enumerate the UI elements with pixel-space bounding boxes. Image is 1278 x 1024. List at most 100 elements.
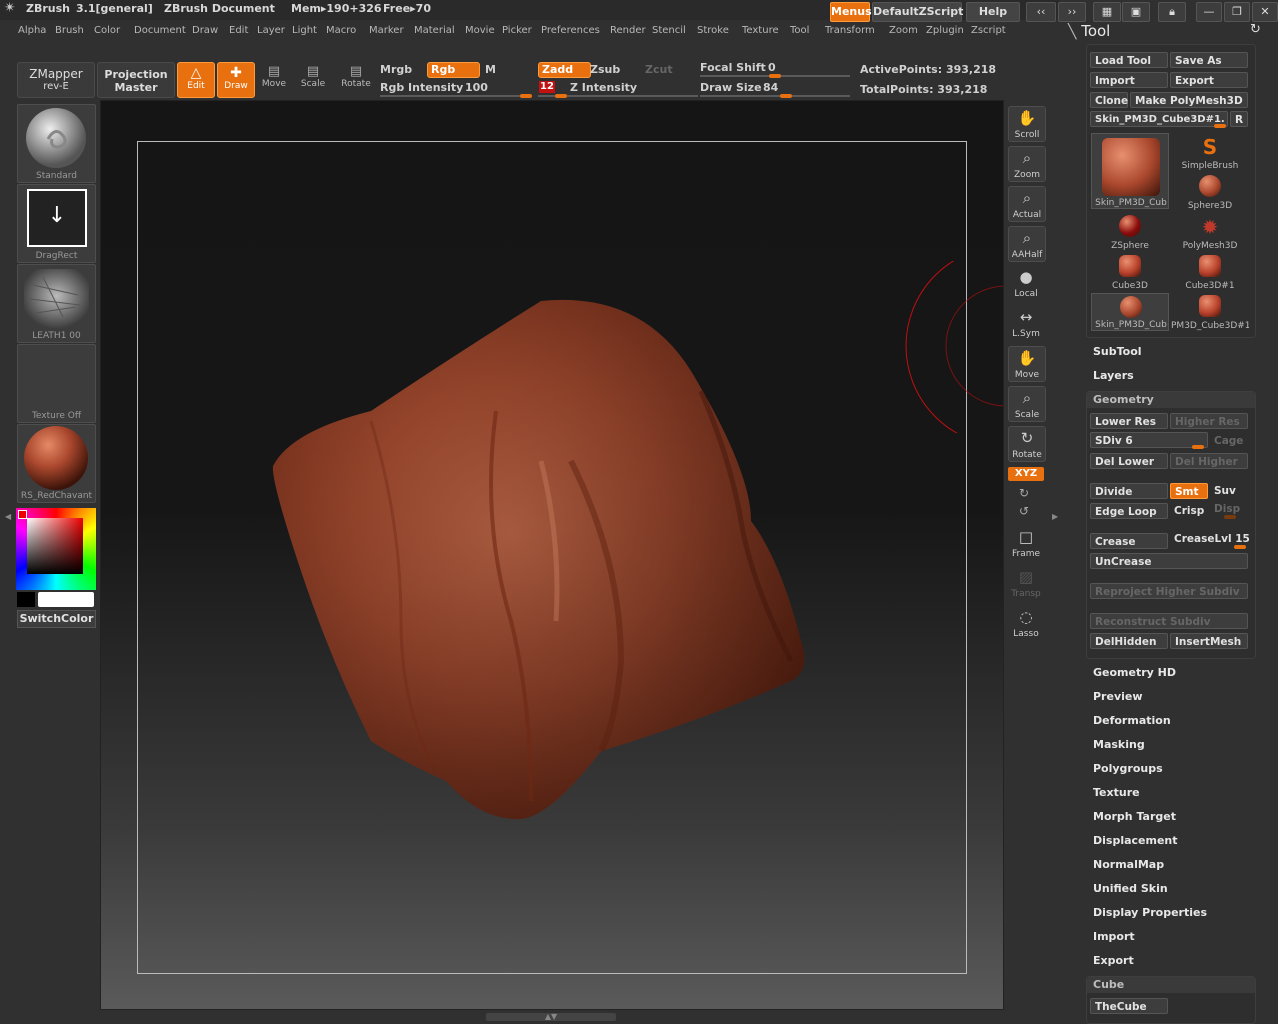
section-unified-skin[interactable]: Unified Skin — [1093, 882, 1168, 895]
divide-button[interactable]: Divide — [1090, 483, 1168, 499]
del-hidden-button[interactable]: DelHidden — [1090, 633, 1168, 649]
current-tool-name[interactable]: Skin_PM3D_Cube3D#1. — [1090, 111, 1228, 127]
menu-transform[interactable]: Transform — [825, 25, 875, 36]
section-morph-target[interactable]: Morph Target — [1093, 810, 1176, 823]
uncrease-button[interactable]: UnCrease — [1090, 553, 1248, 569]
texture-thumbnail[interactable]: Texture Off — [17, 344, 96, 423]
color-picker-wheel[interactable] — [16, 508, 96, 590]
menu-material[interactable]: Material — [414, 25, 455, 36]
lock-icon[interactable]: 🔒︎ — [1158, 2, 1186, 22]
nav-move-button[interactable]: ✋ Move — [1008, 346, 1046, 382]
zcut-button[interactable]: Zcut — [645, 63, 673, 76]
nav-transp-button[interactable]: ▨ Transp — [1008, 566, 1044, 600]
cube-header[interactable]: Cube — [1093, 978, 1124, 991]
projection-master-button[interactable]: Projection Master — [97, 62, 175, 98]
disp-slider[interactable]: Disp — [1214, 503, 1240, 515]
menu-layer[interactable]: Layer — [257, 25, 285, 36]
menu-stroke[interactable]: Stroke — [697, 25, 729, 36]
menu-picker[interactable]: Picker — [502, 25, 532, 36]
menu-color[interactable]: Color — [94, 25, 120, 36]
sculpt-mesh[interactable] — [101, 101, 1003, 1009]
switch-color-button[interactable]: SwitchColor — [17, 610, 96, 628]
section-displacement[interactable]: Displacement — [1093, 834, 1178, 847]
section-display-properties[interactable]: Display Properties — [1093, 906, 1207, 919]
right-shelf-arrow-icon[interactable]: ▶ — [1052, 512, 1058, 521]
draw-size-slider[interactable] — [700, 95, 850, 97]
section-geometry-hd[interactable]: Geometry HD — [1093, 666, 1176, 679]
import-tool-button[interactable]: Import — [1090, 72, 1168, 88]
tool-tile[interactable]: S SimpleBrush — [1171, 133, 1249, 171]
zadd-button[interactable]: Zadd — [538, 62, 591, 78]
section-import[interactable]: Import — [1093, 930, 1135, 943]
insert-mesh-button[interactable]: InsertMesh — [1170, 633, 1248, 649]
menu-edit[interactable]: Edit — [229, 25, 248, 36]
tool-tile[interactable]: Cube3D — [1091, 253, 1169, 291]
tool-tile[interactable]: ✹ PolyMesh3D — [1171, 213, 1249, 251]
menu-tool[interactable]: Tool — [790, 25, 809, 36]
menu-preferences[interactable]: Preferences — [541, 25, 600, 36]
menu-document[interactable]: Document — [134, 25, 186, 36]
make-polymesh-button[interactable]: Make PolyMesh3D — [1130, 92, 1248, 108]
nav-scale-button[interactable]: ⌕ Scale — [1008, 386, 1046, 422]
menu-zoom[interactable]: Zoom — [889, 25, 918, 36]
tool-tile[interactable]: Skin_PM3D_Cub — [1091, 293, 1169, 331]
sdiv-slider-knob[interactable] — [1192, 445, 1204, 449]
layout-alt-icon[interactable]: ▣ — [1122, 2, 1150, 22]
nav-aahalf-button[interactable]: ⌕ AAHalf — [1008, 226, 1046, 262]
move-mode-button[interactable]: ▤ Move — [259, 64, 289, 96]
tool-slider-knob[interactable] — [1214, 124, 1226, 128]
scroll-right-icon[interactable]: ›› — [1058, 2, 1086, 22]
smt-toggle[interactable]: Smt — [1170, 483, 1208, 499]
edge-loop-button[interactable]: Edge Loop — [1090, 503, 1168, 519]
rotate-mode-button[interactable]: ▤ Rotate — [340, 64, 372, 96]
m-button[interactable]: M — [485, 63, 496, 76]
tool-tile[interactable]: Cube3D#1 — [1171, 253, 1249, 291]
nav-frame-button[interactable]: □ Frame — [1008, 526, 1044, 560]
higher-res-button[interactable]: Higher Res — [1170, 413, 1248, 429]
section-texture[interactable]: Texture — [1093, 786, 1140, 799]
color-swatch-main[interactable] — [18, 510, 27, 519]
del-higher-button[interactable]: Del Higher — [1170, 453, 1248, 469]
menus-button[interactable]: Menus — [830, 2, 872, 22]
draw-size-slider-knob[interactable] — [780, 94, 792, 98]
tool-tile[interactable]: ZSphere — [1091, 213, 1169, 251]
tool-r-button[interactable]: R — [1230, 111, 1248, 127]
secondary-color-swatch[interactable] — [17, 592, 35, 607]
clone-button[interactable]: Clone — [1090, 92, 1128, 108]
tool-tile[interactable]: PM3D_Cube3D#1 — [1171, 293, 1249, 331]
menu-texture[interactable]: Texture — [742, 25, 779, 36]
reproject-higher-subdiv-button[interactable]: Reproject Higher Subdiv — [1090, 583, 1248, 599]
nav-rotate-button[interactable]: ↻ Rotate — [1008, 426, 1046, 462]
section-export[interactable]: Export — [1093, 954, 1134, 967]
cage-button[interactable]: Cage — [1214, 435, 1243, 447]
minimize-icon[interactable]: — — [1196, 2, 1222, 22]
zmapper-button[interactable]: ZMapper rev-E — [17, 62, 95, 98]
save-as-button[interactable]: Save As — [1170, 52, 1248, 68]
thecube-button[interactable]: TheCube — [1090, 998, 1168, 1014]
material-thumbnail[interactable]: RS_RedChavant — [17, 424, 96, 503]
nav-lsym-button[interactable]: ↔ L.Sym — [1008, 306, 1044, 340]
rgb-intensity-slider[interactable] — [380, 95, 532, 97]
menu-stencil[interactable]: Stencil — [652, 25, 686, 36]
menu-alpha[interactable]: Alpha — [18, 25, 46, 36]
section-normalmap[interactable]: NormalMap — [1093, 858, 1164, 871]
section-deformation[interactable]: Deformation — [1093, 714, 1171, 727]
section-polygroups[interactable]: Polygroups — [1093, 762, 1163, 775]
scroll-left-icon[interactable]: ‹‹ — [1026, 2, 1056, 22]
nav-local-button[interactable]: ● Local — [1008, 266, 1044, 300]
rgb-intensity-slider-knob[interactable] — [520, 94, 532, 98]
layout-icon[interactable]: ▦ — [1093, 2, 1121, 22]
rotate-z-icon[interactable]: ↺ — [1019, 504, 1029, 518]
help-button[interactable]: Help — [966, 2, 1020, 22]
menu-draw[interactable]: Draw — [192, 25, 218, 36]
tool-tile[interactable]: Skin_PM3D_Cub — [1091, 133, 1169, 209]
menu-light[interactable]: Light — [292, 25, 317, 36]
close-icon[interactable]: ✕ — [1252, 2, 1278, 22]
default-zscript-button[interactable]: DefaultZScript — [872, 2, 963, 22]
focal-shift-slider-knob[interactable] — [769, 74, 781, 78]
stroke-thumbnail[interactable]: ↓ DragRect — [17, 184, 96, 263]
menu-movie[interactable]: Movie — [465, 25, 495, 36]
crisp-toggle[interactable]: Crisp — [1174, 505, 1204, 517]
color-picker-square[interactable] — [27, 518, 83, 574]
z-intensity-slider-knob[interactable] — [555, 94, 567, 98]
